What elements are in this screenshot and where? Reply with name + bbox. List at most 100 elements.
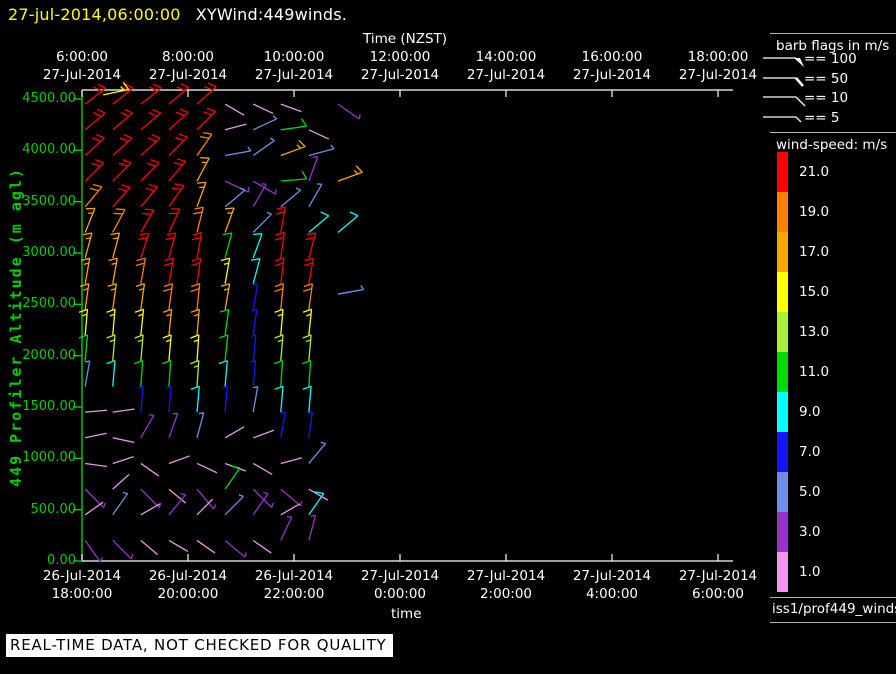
wind-barb [140, 258, 146, 284]
colorbar-label: 5.0 [799, 484, 821, 500]
barb-legend-item-label: == 50 [804, 70, 849, 87]
wind-barb-tick [190, 359, 200, 365]
quality-notice-box: REAL-TIME DATA, NOT CHECKED FOR QUALITY [6, 634, 393, 657]
wind-barb [308, 215, 330, 233]
wind-barb-tick [78, 308, 88, 313]
wind-barb-tick [275, 231, 285, 236]
wind-barb [112, 187, 131, 208]
wind-barb [140, 462, 160, 477]
wind-barb-tick [206, 107, 216, 113]
wind-barb [280, 412, 286, 438]
wind-barb [168, 309, 173, 336]
wind-barb-halftick [244, 552, 247, 558]
colorbar-label: 9.0 [799, 404, 821, 420]
wind-barb-tick [304, 257, 314, 262]
wind-barb [140, 414, 155, 439]
wind-barb [280, 516, 293, 541]
wind-barb-tick [135, 262, 145, 267]
wind-barb [280, 457, 303, 465]
wind-barb [84, 137, 105, 156]
wind-barb-tick [144, 208, 154, 211]
wind-barb [252, 283, 259, 310]
wind-barb-tick [175, 111, 185, 117]
wind-barb [308, 258, 314, 284]
wind-barb-tick [302, 334, 312, 339]
barb-legend-item-label: == 5 [804, 109, 840, 126]
colorbar-swatch [777, 352, 788, 392]
wind-barb-tick [173, 162, 183, 166]
wind-barb-tick [200, 136, 210, 139]
wind-barb-tick [190, 334, 200, 339]
wind-barb [112, 283, 118, 310]
wind-barb-tick [89, 187, 99, 192]
wind-barb-tick [349, 211, 359, 217]
wind-barb [224, 207, 235, 233]
wind-barb-halftick [266, 211, 272, 215]
wind-barb [168, 360, 172, 387]
wind-barb [196, 182, 207, 208]
wind-barb [308, 129, 330, 140]
wind-barb [140, 162, 160, 182]
wind-barb [196, 232, 203, 259]
wind-barb-halftick [300, 500, 303, 507]
wind-barb [140, 112, 162, 131]
wind-barb [140, 488, 160, 508]
colorbar-swatch [777, 392, 788, 432]
wind-barb [308, 493, 325, 516]
wind-barb-tick [123, 133, 133, 139]
wind-barb-tick [152, 108, 162, 114]
wind-barb-tick [145, 187, 155, 192]
wind-barb-tick [92, 137, 102, 143]
wind-barb [280, 503, 301, 516]
wind-barb [168, 258, 175, 284]
wind-barb-halftick [295, 187, 301, 191]
wind-barb-tick [192, 231, 202, 236]
wind-barb [308, 309, 313, 336]
wind-barb [168, 455, 190, 465]
wind-barb-halftick [122, 491, 128, 495]
wind-barb [140, 283, 146, 310]
legend-divider-mid [770, 132, 896, 133]
wind-barb-tick [106, 308, 116, 313]
wind-barb [308, 488, 329, 501]
wind-barb [85, 432, 107, 439]
wind-barb-halftick [130, 553, 134, 560]
wind-barb-tick [302, 288, 312, 292]
wind-barb [280, 232, 286, 259]
colorbar-swatch [777, 192, 788, 232]
wind-barb [112, 473, 130, 490]
wind-barb-tick [190, 385, 200, 390]
wind-barb [196, 207, 204, 233]
wind-barb-tick [106, 334, 116, 339]
wind-barb-halftick [180, 492, 186, 496]
wind-barb [252, 360, 257, 387]
wind-barb [85, 462, 108, 468]
wind-barb [196, 498, 214, 516]
barb-legend-item-label: == 100 [804, 51, 857, 67]
colorbar-label: 13.0 [799, 324, 830, 340]
wind-barb-tick [176, 158, 186, 162]
wind-barb-halftick [310, 514, 316, 517]
wind-barb [112, 112, 134, 131]
full-barb-icon [763, 96, 806, 107]
wind-barb-tick [274, 262, 284, 267]
wind-barb [308, 360, 312, 387]
wind-barb [112, 232, 121, 259]
quality-notice-text: REAL-TIME DATA, NOT CHECKED FOR QUALITY [10, 636, 387, 654]
wind-barb [280, 360, 284, 387]
wind-barb [112, 360, 116, 387]
wind-barb [224, 539, 246, 558]
wind-barb [140, 360, 144, 387]
wind-barb [196, 157, 210, 182]
wind-barb [308, 283, 314, 310]
wind-barb [196, 462, 218, 474]
wind-barb-tick [134, 359, 143, 365]
wind-barb-tick [355, 165, 363, 173]
wind-barb-halftick [85, 237, 91, 240]
wind-barb [168, 232, 177, 259]
wind-barb-tick [150, 159, 160, 164]
wind-barb [252, 183, 267, 208]
wind-barb-tick [224, 207, 235, 210]
wind-barb-tick [301, 118, 308, 127]
colorbar-swatch [777, 152, 788, 192]
